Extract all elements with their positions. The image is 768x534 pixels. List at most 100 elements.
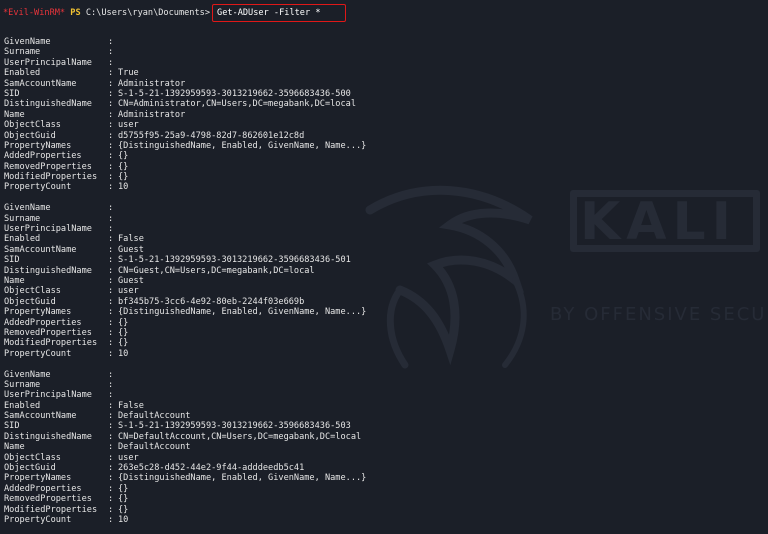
prompt-path: C:\Users\ryan\Documents> <box>85 8 211 18</box>
property-key: SamAccountName <box>4 411 77 422</box>
property-key: SID <box>4 88 20 99</box>
property-separator: : <box>108 327 114 338</box>
property-separator: : <box>108 483 114 494</box>
property-row: ModifiedProperties: {} <box>4 505 744 515</box>
property-row: SamAccountName: Guest <box>4 245 744 255</box>
property-value: CN=Administrator,CN=Users,DC=megabank,DC… <box>118 99 356 110</box>
terminal-window[interactable]: KALI BY OFFENSIVE SECURITY *Evil-WinRM* … <box>0 0 768 534</box>
property-key: ObjectClass <box>4 120 61 131</box>
property-value: user <box>118 286 139 297</box>
property-separator: : <box>108 379 114 390</box>
property-separator: : <box>108 99 114 110</box>
property-row: Enabled: False <box>4 401 744 411</box>
property-value: {} <box>118 317 129 328</box>
property-key: Name <box>4 442 25 453</box>
property-value: False <box>118 234 144 245</box>
property-row: RemovedProperties: {} <box>4 328 744 338</box>
property-key: ObjectClass <box>4 286 61 297</box>
property-key: SID <box>4 421 20 432</box>
property-separator: : <box>108 421 114 432</box>
property-separator: : <box>108 172 114 183</box>
property-key: RemovedProperties <box>4 161 92 172</box>
property-value: True <box>118 68 139 79</box>
property-value: Administrator <box>118 78 186 89</box>
property-value: DefaultAccount <box>118 411 191 422</box>
property-key: Surname <box>4 47 41 58</box>
property-row: SID: S-1-5-21-1392959593-3013219662-35966… <box>4 421 744 431</box>
property-key: AddedProperties <box>4 151 82 162</box>
property-separator: : <box>108 130 114 141</box>
property-separator: : <box>108 390 114 401</box>
property-separator: : <box>108 224 114 235</box>
property-key: AddedProperties <box>4 483 82 494</box>
property-key: ModifiedProperties <box>4 172 98 183</box>
property-separator: : <box>108 57 114 68</box>
property-value: S-1-5-21-1392959593-3013219662-359668343… <box>118 255 351 266</box>
property-key: ObjectClass <box>4 452 61 463</box>
property-value: {} <box>118 494 129 505</box>
property-row: PropertyNames: {DistinguishedName, Enable… <box>4 141 744 151</box>
property-separator: : <box>108 151 114 162</box>
property-row: UserPrincipalName: <box>4 58 744 68</box>
property-row: RemovedProperties: {} <box>4 162 744 172</box>
property-separator: : <box>108 182 114 193</box>
property-row: Enabled: False <box>4 234 744 244</box>
property-value: d5755f95-25a9-4798-82d7-862601e12c8d <box>118 130 305 141</box>
property-separator: : <box>108 442 114 453</box>
property-key: GivenName <box>4 37 51 47</box>
property-separator: : <box>108 78 114 89</box>
property-key: ObjectGuid <box>4 463 56 474</box>
property-key: PropertyCount <box>4 348 72 359</box>
property-value: Guest <box>118 244 144 255</box>
property-row: DistinguishedName: CN=DefaultAccount,CN=U… <box>4 432 744 442</box>
property-value: {DistinguishedName, Enabled, GivenName, … <box>118 307 367 318</box>
property-key: DistinguishedName <box>4 99 92 110</box>
property-row: SamAccountName: Administrator <box>4 79 744 89</box>
property-row: Name: Administrator <box>4 110 744 120</box>
property-separator: : <box>108 244 114 255</box>
property-value: 10 <box>118 182 129 193</box>
property-row: PropertyCount:10 <box>4 349 744 359</box>
command-output: GivenName: Surname: UserPrincipalName: Enab… <box>4 37 744 534</box>
property-separator: : <box>108 255 114 266</box>
property-row: SID: S-1-5-21-1392959593-3013219662-35966… <box>4 255 744 265</box>
property-key: Enabled <box>4 400 41 411</box>
property-key: PropertyNames <box>4 473 72 484</box>
property-separator: : <box>108 275 114 286</box>
property-row: Name: DefaultAccount <box>4 442 744 452</box>
property-key: Enabled <box>4 234 41 245</box>
property-row: AddedProperties: {} <box>4 318 744 328</box>
property-key: Name <box>4 275 25 286</box>
property-row: GivenName: <box>4 37 744 47</box>
property-value: Administrator <box>118 109 186 120</box>
property-separator: : <box>108 88 114 99</box>
property-key: Surname <box>4 379 41 390</box>
evil-winrm-label: *Evil-WinRM* <box>3 8 66 18</box>
property-separator: : <box>108 47 114 58</box>
property-separator: : <box>108 161 114 172</box>
property-separator: : <box>108 213 114 224</box>
ps-label: PS <box>70 8 81 18</box>
property-value: DefaultAccount <box>118 442 191 453</box>
property-row: UserPrincipalName: <box>4 390 744 400</box>
command-text[interactable]: Get-ADUser -Filter * <box>217 8 320 18</box>
property-value: False <box>118 400 144 411</box>
property-row: PropertyNames: {DistinguishedName, Enable… <box>4 307 744 317</box>
property-separator: : <box>108 473 114 484</box>
property-key: GivenName <box>4 203 51 214</box>
user-record: GivenName: Surname: UserPrincipalName: Enab… <box>4 203 744 359</box>
command-highlight[interactable]: Get-ADUser -Filter * <box>212 4 346 22</box>
property-row: DistinguishedName: CN=Guest,CN=Users,DC=m… <box>4 266 744 276</box>
property-row: RemovedProperties: {} <box>4 494 744 504</box>
property-row: AddedProperties: {} <box>4 151 744 161</box>
property-key: Enabled <box>4 68 41 79</box>
property-key: PropertyNames <box>4 307 72 318</box>
property-row: ObjectGuid:263e5c28-d452-44e2-9f44-addde… <box>4 463 744 473</box>
property-separator: : <box>108 514 114 525</box>
property-key: GivenName <box>4 369 51 380</box>
property-value: bf345b75-3cc6-4e92-80eb-2244f03e669b <box>118 296 305 307</box>
property-key: ModifiedProperties <box>4 338 98 349</box>
property-separator: : <box>108 203 114 214</box>
property-value: S-1-5-21-1392959593-3013219662-359668343… <box>118 421 351 432</box>
property-row: UserPrincipalName: <box>4 224 744 234</box>
